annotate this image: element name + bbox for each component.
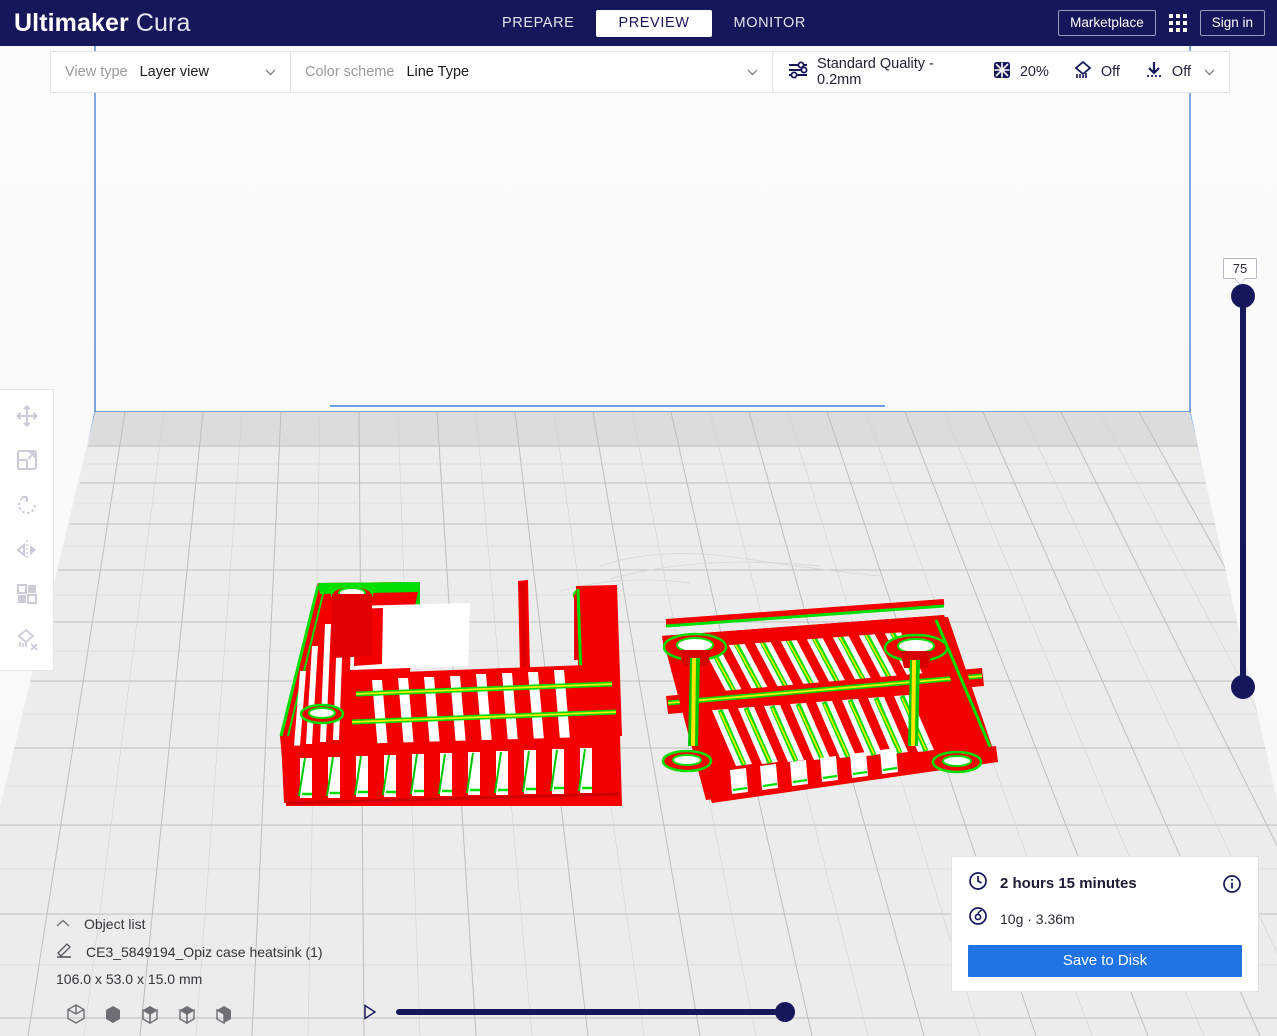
brand-light: Cura	[135, 8, 191, 37]
move-icon	[15, 404, 39, 433]
grid-apps-icon[interactable]	[1168, 14, 1187, 32]
brand-bold: Ultimaker	[14, 8, 129, 37]
layer-slider-top-handle[interactable]	[1231, 284, 1255, 308]
infill-icon	[992, 60, 1012, 85]
view-settings-bar: View type Layer view Color scheme Line T…	[50, 51, 1230, 93]
color-scheme-label: Color scheme	[305, 64, 395, 80]
print-time-row: 2 hours 15 minutes	[968, 871, 1242, 896]
chevron-down-icon	[265, 69, 276, 76]
mesh-type-icon	[56, 942, 72, 963]
move-tool[interactable]	[7, 398, 47, 438]
chevron-down-icon	[1204, 69, 1215, 76]
support-blocker-icon	[15, 627, 39, 656]
infill-setting[interactable]: 20%	[992, 60, 1049, 85]
right-view-icon[interactable]	[210, 1000, 238, 1028]
object-list-title: Object list	[84, 916, 146, 932]
scale-icon	[15, 448, 39, 477]
scale-tool[interactable]	[7, 443, 47, 483]
adhesion-value: Off	[1171, 64, 1191, 80]
stage-tabs: PREPARE PREVIEW MONITOR	[480, 0, 828, 46]
print-settings-selector[interactable]: Standard Quality - 0.2mm 20% Off Off	[773, 52, 1229, 92]
camera-view-buttons	[62, 1000, 238, 1028]
bottom-bar	[0, 994, 1277, 1036]
isometric-view-icon[interactable]	[62, 1000, 90, 1028]
object-file-name: CE3_5849194_Opiz case heatsink (1)	[86, 944, 323, 960]
adhesion-icon	[1144, 60, 1164, 85]
print-settings-sliders-icon	[787, 60, 809, 85]
model-tools-toolbar	[0, 389, 54, 671]
layer-slider-bottom-handle[interactable]	[1231, 675, 1255, 699]
cura-window: Ultimaker Cura PREPARE PREVIEW MONITOR M…	[0, 0, 1277, 1036]
marketplace-button[interactable]: Marketplace	[1058, 9, 1156, 37]
chevron-down-icon	[747, 69, 758, 76]
view-type-value: Layer view	[139, 64, 209, 80]
clock-icon	[968, 871, 988, 896]
layer-slider[interactable]: 75	[1223, 246, 1265, 706]
infill-value: 20%	[1019, 64, 1049, 80]
app-logo: Ultimaker Cura	[14, 9, 190, 38]
front-view-icon[interactable]	[99, 1000, 127, 1028]
play-icon[interactable]	[360, 1002, 380, 1022]
support-setting[interactable]: Off	[1073, 60, 1120, 85]
support-value: Off	[1100, 64, 1120, 80]
quality-setting[interactable]: Standard Quality - 0.2mm	[787, 56, 968, 88]
object-dimensions: 106.0 x 53.0 x 15.0 mm	[56, 971, 203, 987]
adhesion-setting[interactable]: Off	[1144, 60, 1191, 85]
simulation-slider-handle[interactable]	[775, 1002, 795, 1022]
per-model-settings-tool[interactable]	[7, 577, 47, 617]
object-list-header[interactable]: Object list	[56, 910, 456, 938]
layer-slider-track[interactable]	[1240, 296, 1246, 687]
rotate-icon	[15, 493, 39, 522]
sign-in-button[interactable]: Sign in	[1199, 9, 1265, 37]
tab-preview[interactable]: PREVIEW	[596, 9, 712, 37]
tab-monitor[interactable]: MONITOR	[712, 10, 828, 37]
tab-prepare[interactable]: PREPARE	[480, 10, 596, 37]
title-bar: Ultimaker Cura PREPARE PREVIEW MONITOR M…	[0, 0, 1277, 46]
title-bar-actions: Marketplace Sign in	[1058, 0, 1265, 46]
color-scheme-selector[interactable]: Color scheme Line Type	[291, 52, 773, 92]
print-time-value: 2 hours 15 minutes	[1000, 875, 1137, 892]
save-to-disk-button[interactable]: Save to Disk	[968, 945, 1242, 977]
color-scheme-value: Line Type	[406, 64, 470, 80]
view-type-label: View type	[65, 64, 128, 80]
quality-value: Standard Quality - 0.2mm	[817, 56, 934, 88]
support-icon	[1073, 60, 1093, 85]
simulation-slider-track[interactable]	[396, 1002, 795, 1022]
material-row: 10g · 3.36m	[968, 906, 1242, 931]
simulation-controls	[360, 1002, 795, 1022]
filament-spool-icon	[968, 906, 988, 931]
material-value: 10g · 3.36m	[1000, 910, 1075, 927]
support-blocker-tool[interactable]	[7, 622, 47, 662]
chevron-up-icon	[56, 915, 70, 933]
mirror-icon	[15, 538, 39, 567]
info-icon[interactable]	[1222, 874, 1242, 899]
rotate-tool[interactable]	[7, 488, 47, 528]
top-view-icon[interactable]	[136, 1000, 164, 1028]
mirror-tool[interactable]	[7, 532, 47, 572]
print-info-panel: 2 hours 15 minutes 10g · 3.36m Save to D…	[951, 856, 1259, 992]
layer-slider-value: 75	[1223, 258, 1257, 285]
object-list-panel: Object list CE3_5849194_Opiz case heatsi…	[56, 910, 456, 992]
object-list-item[interactable]: CE3_5849194_Opiz case heatsink (1)	[56, 938, 456, 966]
per-model-settings-icon	[15, 582, 39, 611]
view-type-selector[interactable]: View type Layer view	[51, 52, 291, 92]
left-view-icon[interactable]	[173, 1000, 201, 1028]
